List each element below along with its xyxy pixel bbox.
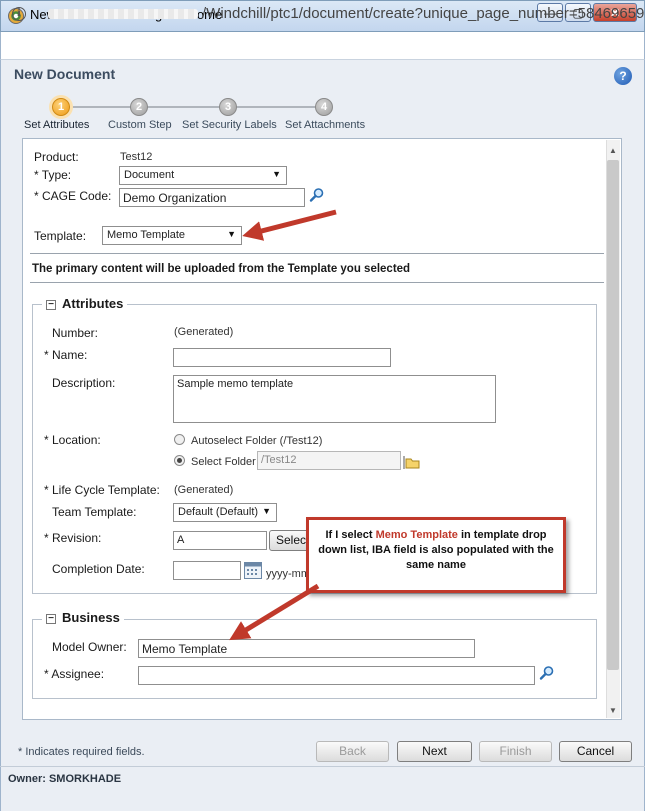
owner-label: Owner: SMORKHADE	[8, 773, 122, 785]
required-fields-note: * Indicates required fields.	[18, 746, 145, 758]
next-button[interactable]: Next	[397, 741, 472, 762]
annotation-arrows	[229, 209, 337, 641]
back-button[interactable]: Back	[316, 741, 389, 762]
cancel-button[interactable]: Cancel	[559, 741, 632, 762]
finish-button[interactable]: Finish	[479, 741, 552, 762]
arrow-to-template	[242, 209, 337, 241]
arrow-to-model-owner	[229, 583, 320, 641]
footer-divider	[0, 766, 645, 767]
